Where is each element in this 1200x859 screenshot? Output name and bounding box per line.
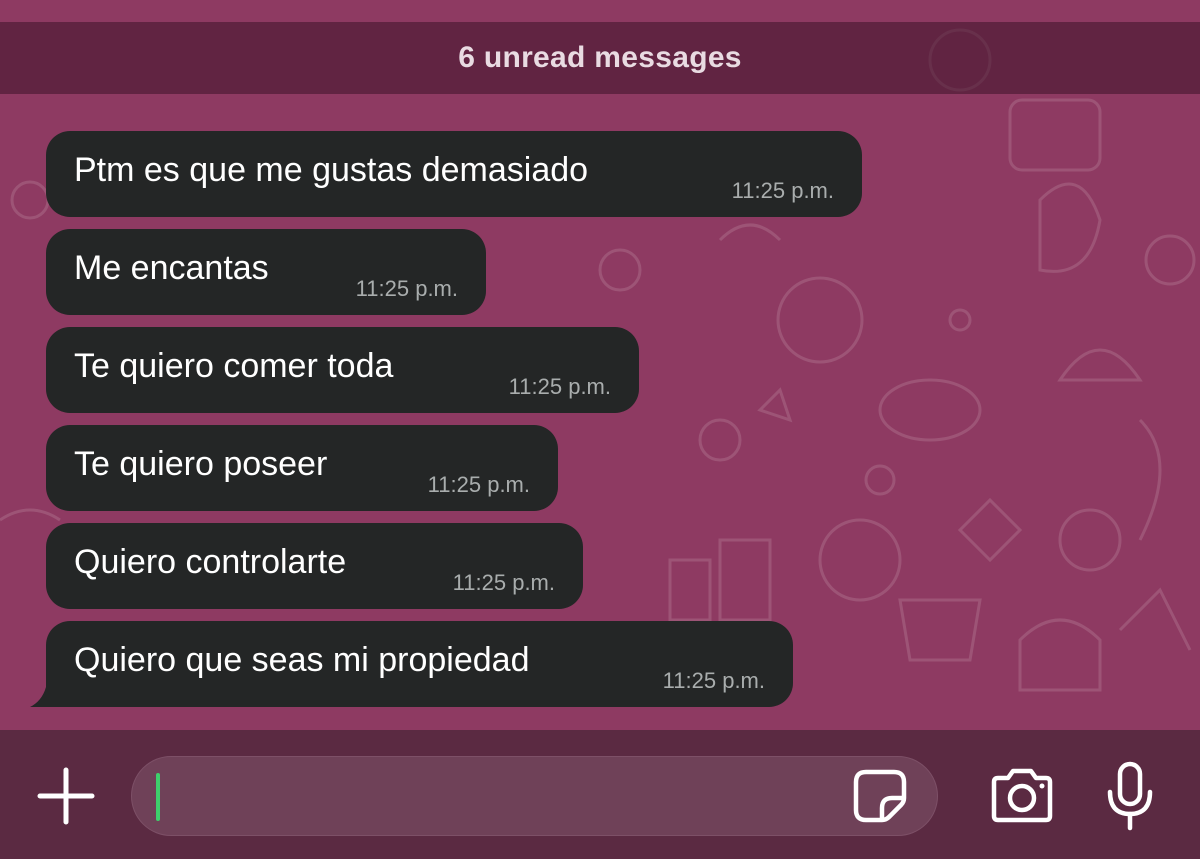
message-input-bar (0, 730, 1200, 859)
message-bubble[interactable]: Te quiero poseer 11:25 p.m. (46, 425, 558, 511)
message-text: Me encantas (74, 249, 269, 287)
chat-screen: 6 unread messages Ptm es que me gustas d… (0, 0, 1200, 859)
camera-button[interactable] (988, 766, 1056, 826)
message-bubble[interactable]: Me encantas 11:25 p.m. (46, 229, 486, 315)
message-text: Quiero que seas mi propiedad (74, 641, 530, 679)
message-text: Ptm es que me gustas demasiado (74, 151, 589, 189)
unread-messages-label: 6 unread messages (458, 41, 742, 74)
voice-message-button[interactable] (1104, 760, 1156, 832)
message-input[interactable] (131, 756, 938, 836)
message-timestamp: 11:25 p.m. (452, 570, 555, 595)
microphone-icon (1107, 761, 1153, 831)
message-bubble[interactable]: Quiero que seas mi propiedad 11:25 p.m. (46, 621, 793, 707)
message-timestamp: 11:25 p.m. (355, 276, 458, 301)
message-text: Te quiero comer toda (74, 347, 394, 385)
message-timestamp: 11:25 p.m. (508, 374, 611, 399)
attach-button[interactable] (36, 766, 96, 826)
sticker-button[interactable] (852, 768, 908, 824)
camera-icon (991, 768, 1053, 823)
message-text: Quiero controlarte (74, 543, 347, 581)
text-cursor (156, 773, 160, 821)
message-timestamp: 11:25 p.m. (427, 472, 530, 497)
sticker-icon (853, 769, 907, 823)
message-text: Te quiero poseer (74, 445, 328, 483)
message-bubble[interactable]: Quiero controlarte 11:25 p.m. (46, 523, 583, 609)
message-bubble[interactable]: Ptm es que me gustas demasiado 11:25 p.m… (46, 131, 862, 217)
unread-messages-banner: 6 unread messages (0, 22, 1200, 94)
plus-icon (37, 767, 95, 825)
message-timestamp: 11:25 p.m. (662, 668, 765, 693)
message-bubble[interactable]: Te quiero comer toda 11:25 p.m. (46, 327, 639, 413)
message-timestamp: 11:25 p.m. (731, 178, 834, 203)
bubble-tail (30, 687, 48, 707)
